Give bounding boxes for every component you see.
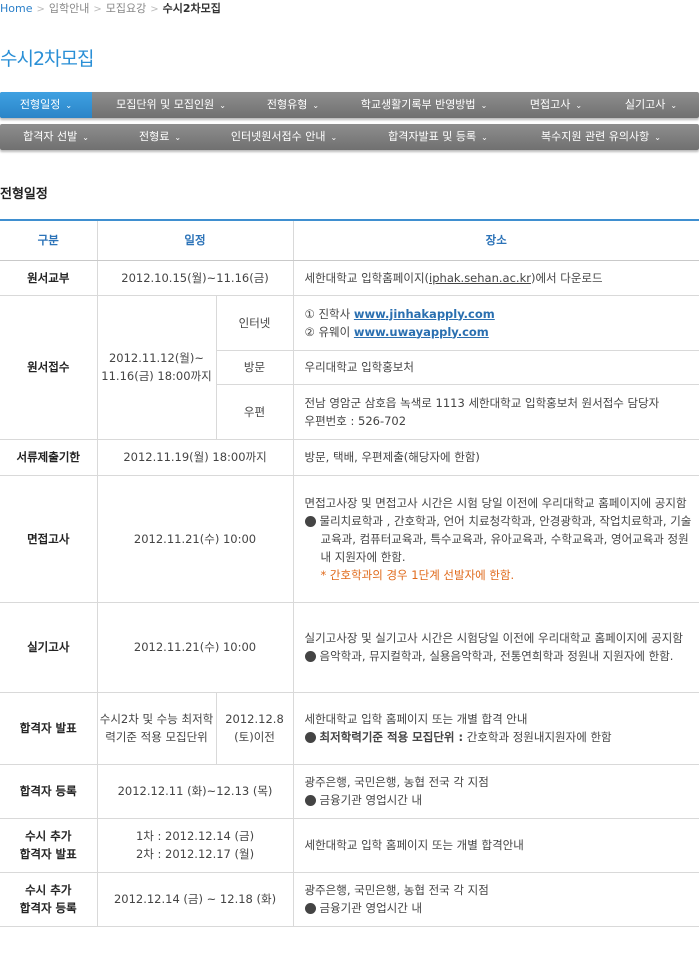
breadcrumb-home[interactable]: Home xyxy=(0,2,32,15)
tab-school-record[interactable]: 학교생활기록부 반영방법 ⌄ xyxy=(344,92,504,118)
chevron-down-icon: ⌄ xyxy=(654,133,661,142)
row-label: 원서교부 xyxy=(0,259,98,296)
table-row: 수시 추가 합격자 발표 1차 : 2012.12.14 (금) 2차 : 2012… xyxy=(0,817,699,873)
sub-label-internet: 인터넷 xyxy=(215,294,294,351)
row-label: 합격자 등록 xyxy=(0,763,98,819)
row-place: ① 진학사 www.jinhakapply.com ② 유웨이 www.uway… xyxy=(292,294,699,351)
table-row: 실기고사 2012.11.21(수) 10:00 실기고사장 및 실기고사 시간… xyxy=(0,601,699,693)
breadcrumb: Home > 입학안내 > 모집요강 > 수시2차모집 xyxy=(0,0,221,15)
page-title: 수시2차모집 xyxy=(0,48,94,70)
row-place: 방문, 택배, 우편제출(해당자에 한함) xyxy=(292,438,699,476)
chevron-right-icon: > xyxy=(150,4,159,15)
tab-navigation: 전형일정 ⌄ 모집단위 및 모집인원 ⌄ 전형유형 ⌄ 학교생활기록부 반영방법 ⌄ 면… xyxy=(0,92,699,152)
tab-row-2: 합격자 선발 ⌄ 전형료 ⌄ 인터넷원서접수 안내 ⌄ 합격자발표 및 등록 ⌄ 복수지… xyxy=(0,124,699,150)
breadcrumb-current: 수시2차모집 xyxy=(162,2,221,15)
sub-label-mail: 우편 xyxy=(216,383,294,440)
interview-note: * 간호학과의 경우 1단계 선발자에 한함. xyxy=(320,567,515,582)
row-place: 우리대학교 입학홍보처 xyxy=(292,349,699,385)
table-row: 합격자 발표 수시2차 및 수능 최저학력기준 적용 모집단위 2012.12.… xyxy=(0,691,699,765)
row-place: 세한대학교 입학홈페이지(iphak.sehan.ac.kr)에서 다운로드 xyxy=(292,259,699,296)
row-date: 2012.11.21(수) 10:00 xyxy=(96,601,294,693)
tab-online-application[interactable]: 인터넷원서접수 안내 ⌄ xyxy=(214,124,354,150)
row-label: 원서접수 xyxy=(0,294,98,440)
row-place: 세한대학교 입학 홈페이지 또는 개별 합격안내 xyxy=(292,817,699,873)
row-place: 광주은행, 국민은행, 농협 전국 각 지점 ❯ 금융기관 영업시간 내 xyxy=(292,871,699,927)
row-label: 면접고사 xyxy=(0,474,98,603)
arrow-bullet-icon: ❯ xyxy=(299,651,316,662)
breadcrumb-admission[interactable]: 입학안내 xyxy=(49,2,89,15)
chevron-down-icon: ⌄ xyxy=(219,101,226,110)
chevron-down-icon: ⌄ xyxy=(312,101,320,110)
arrow-bullet-icon: ❯ xyxy=(299,903,316,914)
row-place: 실기고사장 및 실기고사 시간은 시험당일 이전에 우리대학교 홈페이지에 공지… xyxy=(292,601,699,693)
sub-label-visit: 방문 xyxy=(216,349,294,385)
row-date: 2012.12.8 (토)이전 xyxy=(215,691,294,765)
tab-fee[interactable]: 전형료 ⌄ xyxy=(118,124,202,150)
row-place: 면접고사장 및 면접고사 시간은 시험 당일 이전에 우리대학교 홈페이지에 공… xyxy=(292,474,699,603)
header-place: 장소 xyxy=(292,219,699,261)
tab-schedule[interactable]: 전형일정 ⌄ xyxy=(0,92,92,118)
tab-announce-register[interactable]: 합격자발표 및 등록 ⌄ xyxy=(374,124,502,150)
chevron-down-icon: ⌄ xyxy=(575,101,583,110)
chevron-down-icon: ⌄ xyxy=(174,133,182,142)
row-date: 2012.12.14 (금) ~ 12.18 (화) xyxy=(96,871,294,927)
jinhak-link[interactable]: www.jinhakapply.com xyxy=(354,307,495,321)
row-label: 실기고사 xyxy=(0,601,98,693)
table-header-row: 구분 일정 장소 xyxy=(0,219,699,261)
row-date: 1차 : 2012.12.14 (금) 2차 : 2012.12.17 (월) xyxy=(96,817,294,873)
uway-link[interactable]: www.uwayapply.com xyxy=(354,325,489,339)
arrow-bullet-icon: ❯ xyxy=(299,732,316,743)
row-sub-unit: 수시2차 및 수능 최저학력기준 적용 모집단위 xyxy=(96,691,217,765)
row-date: 2012.11.19(월) 18:00까지 xyxy=(96,438,294,476)
row-label: 수시 추가 합격자 발표 xyxy=(0,817,98,873)
row-place: 전남 영암군 삼호읍 녹색로 1113 세한대학교 입학홍보처 원서접수 담당자… xyxy=(292,383,699,440)
row-date: 2012.12.11 (화)~12.13 (목) xyxy=(96,763,294,819)
header-gubun: 구분 xyxy=(0,219,98,261)
chevron-down-icon: ⌄ xyxy=(480,101,488,110)
row-date: 2012.10.15(월)~11.16(금) xyxy=(96,259,294,296)
table-row: 면접고사 2012.11.21(수) 10:00 면접고사장 및 면접고사 시간… xyxy=(0,474,699,603)
header-schedule: 일정 xyxy=(96,219,294,261)
chevron-down-icon: ⌄ xyxy=(65,101,73,110)
schedule-table: 구분 일정 장소 원서교부 2012.10.15(월)~11.16(금) 세한대… xyxy=(0,219,699,927)
row-place: 광주은행, 국민은행, 농협 전국 각 지점 ❯ 금융기관 영업시간 내 xyxy=(292,763,699,819)
row-label: 서류제출기한 xyxy=(0,438,98,476)
chevron-right-icon: > xyxy=(36,4,45,15)
tab-selection-type[interactable]: 전형유형 ⌄ xyxy=(250,92,336,118)
row-date: 2012.11.21(수) 10:00 xyxy=(96,474,294,603)
row-label: 수시 추가 합격자 등록 xyxy=(0,871,98,927)
table-row: 서류제출기한 2012.11.19(월) 18:00까지 방문, 택배, 우편제… xyxy=(0,438,699,476)
table-row: 수시 추가 합격자 등록 2012.12.14 (금) ~ 12.18 (화) 광… xyxy=(0,871,699,927)
tab-units-quota[interactable]: 모집단위 및 모집인원 ⌄ xyxy=(96,92,246,118)
row-label: 합격자 발표 xyxy=(0,691,98,765)
mail-address: 전남 영암군 삼호읍 녹색로 1113 세한대학교 입학홍보처 원서접수 담당자 xyxy=(304,395,660,410)
tab-interview[interactable]: 면접고사 ⌄ xyxy=(514,92,598,118)
table-row: 원서교부 2012.10.15(월)~11.16(금) 세한대학교 입학홈페이지… xyxy=(0,259,699,296)
tab-multiple-application[interactable]: 복수지원 관련 유의사항 ⌄ xyxy=(526,124,676,150)
postal-code: 우편번호 : 526-702 xyxy=(304,413,407,428)
arrow-bullet-icon: ❯ xyxy=(299,795,316,806)
chevron-down-icon: ⌄ xyxy=(481,133,488,142)
chevron-down-icon: ⌄ xyxy=(670,101,678,110)
chevron-right-icon: > xyxy=(93,4,102,15)
tab-row-1: 전형일정 ⌄ 모집단위 및 모집인원 ⌄ 전형유형 ⌄ 학교생활기록부 반영방법 ⌄ 면… xyxy=(0,92,699,118)
breadcrumb-guide[interactable]: 모집요강 xyxy=(106,2,146,15)
row-date: 2012.11.12(월)~ 11.16(금) 18:00까지 xyxy=(96,294,217,440)
tab-selection[interactable]: 합격자 선발 ⌄ xyxy=(4,124,108,150)
table-row: 합격자 등록 2012.12.11 (화)~12.13 (목) 광주은행, 국민… xyxy=(0,763,699,819)
arrow-bullet-icon: ❯ xyxy=(299,515,316,527)
table-row: 원서접수 2012.11.12(월)~ 11.16(금) 18:00까지 인터넷… xyxy=(0,294,699,440)
section-title: 전형일정 xyxy=(0,187,48,202)
chevron-down-icon: ⌄ xyxy=(82,133,89,142)
chevron-down-icon: ⌄ xyxy=(330,133,338,142)
homepage-link[interactable]: iphak.sehan.ac.kr xyxy=(429,271,531,285)
tab-practical[interactable]: 실기고사 ⌄ xyxy=(606,92,696,118)
row-place: 세한대학교 입학 홈페이지 또는 개별 합격 안내 ❯ 최저학력기준 적용 모집단… xyxy=(292,691,699,765)
